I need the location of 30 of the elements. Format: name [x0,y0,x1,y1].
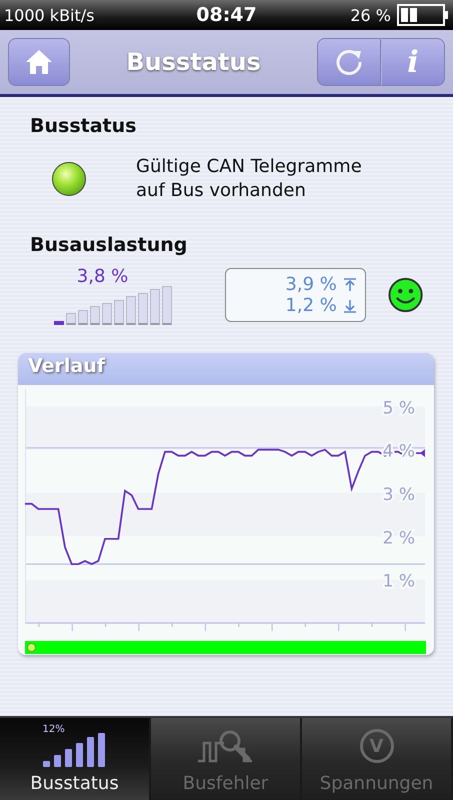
nav-tab[interactable]: 12% Busstatus [0,718,151,800]
home-icon [24,47,54,77]
y-tick-label: 2 % [382,528,415,548]
clock-time: 08:47 [195,4,258,26]
refresh-button[interactable] [317,38,381,86]
refresh-icon [334,47,364,77]
page-title: Busstatus [125,48,262,76]
load-percent-label: 12% [42,724,65,735]
min-reading: 1,2 % [285,295,337,316]
status-dot-icon [27,642,36,652]
y-tick-label: 5 % [382,398,415,418]
battery-percent: 26 % [350,6,391,24]
y-tick-label: 1 % [382,571,415,592]
card-title: Verlauf [18,352,434,385]
battery-icon [396,4,449,26]
info-button[interactable]: i [381,38,445,86]
max-arrow-icon [342,278,357,292]
section-heading: Busstatus [30,115,138,137]
home-button[interactable] [8,38,70,86]
max-reading: 3,9 % [285,274,337,296]
nav-tab[interactable]: V Spannungen [302,718,453,800]
y-tick-label: 3 % [382,484,415,505]
cursor-marker [420,448,425,457]
load-reading: 3,8 % [76,266,128,287]
bitrate-text: 1000 kBit/s [4,6,96,24]
min-arrow-icon [342,298,357,313]
section-heading: Busauslastung [30,234,188,256]
nav-tab[interactable]: Busfehler [151,718,302,800]
status-message: Gültige CAN Telegramme auf Bus vorhanden [136,155,363,204]
voltage-icon: V [360,729,394,763]
